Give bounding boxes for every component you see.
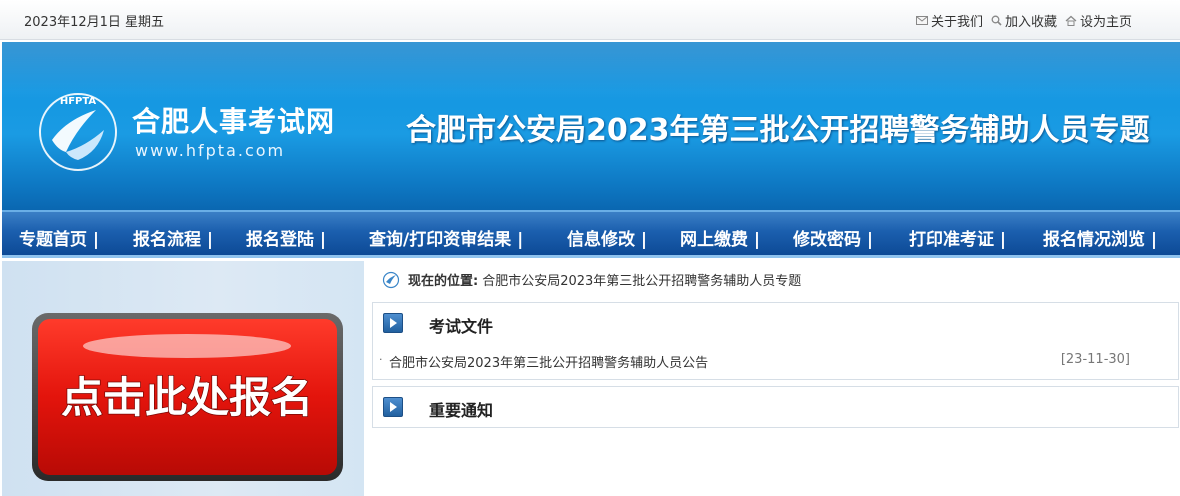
page-title: 合肥市公安局2023年第三批公开招聘警务辅助人员专题 <box>406 113 1150 148</box>
add-favorite-link[interactable]: 加入收藏 <box>991 11 1057 30</box>
about-us-link[interactable]: 关于我们 <box>915 11 983 30</box>
panel-title: 重要通知 <box>429 401 494 420</box>
set-homepage-link[interactable]: 设为主页 <box>1065 11 1132 30</box>
nav-item-print-admission[interactable]: 打印准考证 | <box>909 225 1006 250</box>
header-banner: HFPTA 合肥人事考试网 www.hfpta.com 合肥市公安局2023年第… <box>2 42 1180 210</box>
arrow-right-icon[interactable] <box>383 397 403 417</box>
mail-icon <box>915 16 928 25</box>
top-links: 关于我们 加入收藏 设为主页 <box>915 11 1132 30</box>
location-icon <box>382 271 400 288</box>
nav-item-review-result[interactable]: 查询/打印资审结果 | <box>369 225 523 250</box>
home-icon <box>1065 15 1077 26</box>
main-nav: 专题首页 | 报名流程 | 报名登陆 | 查询/打印资审结果 | 信息修改 | … <box>2 210 1180 258</box>
search-icon <box>991 15 1002 26</box>
nav-item-registration-status[interactable]: 报名情况浏览 | <box>1043 225 1157 250</box>
important-notice-panel: 重要通知 <box>372 386 1179 428</box>
nav-item-login[interactable]: 报名登陆 | <box>246 225 326 250</box>
nav-item-process[interactable]: 报名流程 | <box>133 225 213 250</box>
nav-item-change-password[interactable]: 修改密码 | <box>793 225 873 250</box>
exam-documents-panel: 考试文件 · 合肥市公安局2023年第三批公开招聘警务辅助人员公告 [23-11… <box>372 302 1179 380</box>
site-name: 合肥人事考试网 <box>132 105 336 138</box>
add-favorite-label: 加入收藏 <box>1004 15 1057 30</box>
nav-item-home[interactable]: 专题首页 | <box>19 225 99 250</box>
set-homepage-label: 设为主页 <box>1079 15 1132 30</box>
list-item-date: [23-11-30] <box>1060 352 1130 367</box>
signup-button-label: 点击此处报名 <box>61 373 313 422</box>
current-date: 2023年12月1日 星期五 <box>24 15 165 30</box>
panel-header: 重要通知 <box>373 387 1178 427</box>
top-utility-bar: 2023年12月1日 星期五 关于我们 加入收藏 设为主页 <box>0 0 1180 40</box>
panel-title: 考试文件 <box>429 317 494 336</box>
left-sidebar: 点击此处报名 <box>2 261 364 496</box>
list-item-link[interactable]: 合肥市公安局2023年第三批公开招聘警务辅助人员公告 <box>389 352 708 371</box>
bullet-icon: · <box>379 353 383 366</box>
arrow-right-icon[interactable] <box>383 313 403 333</box>
breadcrumb-path[interactable]: 合肥市公安局2023年第三批公开招聘警务辅助人员专题 <box>482 270 801 289</box>
breadcrumb-label: 现在的位置: <box>408 274 479 289</box>
hfpta-logo-icon: HFPTA <box>39 93 117 171</box>
svg-text:HFPTA: HFPTA <box>60 96 97 107</box>
breadcrumb: 现在的位置: 合肥市公安局2023年第三批公开招聘警务辅助人员专题 <box>382 270 801 289</box>
nav-item-edit-info[interactable]: 信息修改 | <box>567 225 647 250</box>
site-url: www.hfpta.com <box>135 141 286 160</box>
nav-item-online-payment[interactable]: 网上缴费 | <box>680 225 760 250</box>
signup-button[interactable]: 点击此处报名 <box>31 312 344 482</box>
panel-header: 考试文件 <box>373 303 1178 343</box>
about-us-label: 关于我们 <box>930 15 983 30</box>
list-item: · 合肥市公安局2023年第三批公开招聘警务辅助人员公告 [23-11-30] <box>373 343 1178 379</box>
